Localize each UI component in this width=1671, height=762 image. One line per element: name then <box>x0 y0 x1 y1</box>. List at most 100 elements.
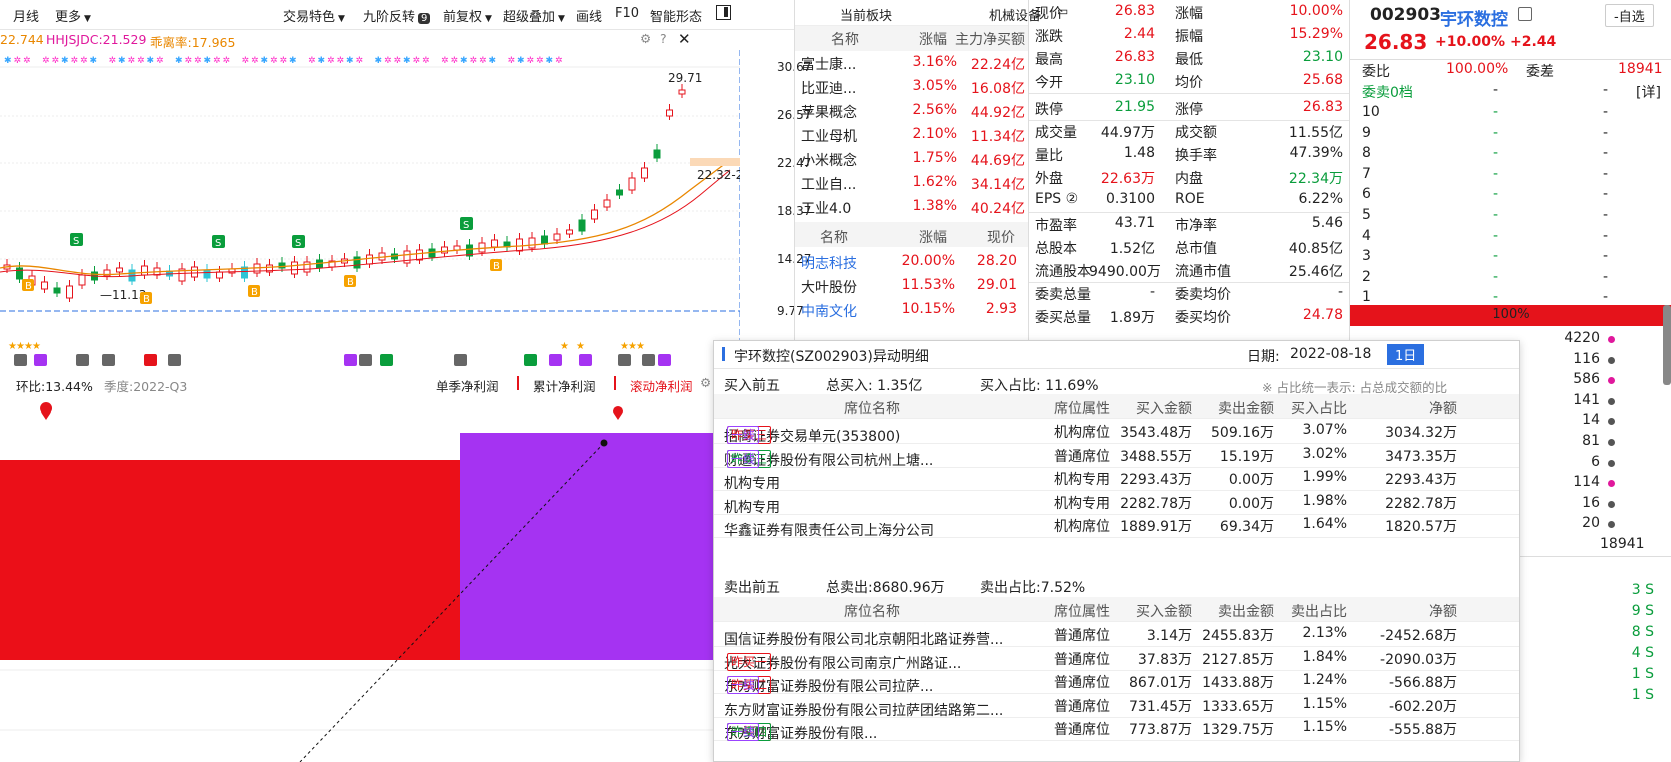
sector-row[interactable]: 工业自... 1.62% 34.14亿 <box>795 171 1029 196</box>
event-marker-icon[interactable] <box>454 354 467 366</box>
event-marker-icon[interactable] <box>579 354 592 366</box>
table-row[interactable]: 财通证券股份有限公司杭州上塘... 昨卖三 一线 普通席位 3488.55万 15.19万… <box>714 443 1519 469</box>
period-monthly-button[interactable]: 月线 <box>13 6 39 25</box>
table-row[interactable]: 机构专用 机构专用 2293.43万 0.00万 1.99% 2293.43万 <box>714 466 1519 492</box>
event-marker-icon[interactable] <box>102 354 115 366</box>
sector-row[interactable]: 富士康... 3.16% 22.24亿 <box>795 51 1029 76</box>
add-watchlist-button[interactable]: -自选 <box>1605 4 1654 27</box>
kline-chart[interactable]: ✱ ✲ ✲ ✲ ✲ ✱ ✲ ✲ ✱ ✲ ✱ ✲ ✲ ✱ ✲ ✱ ✲ ✲ ✱ ✲ ✲ ✲ ✲ ✱ ✲ ✲ ✱ ✲ ✱ ✲ ✲ ✱ ✲ ✱ ✲ ✲ ✱ ✲ ✲ ✲… <box>0 50 740 345</box>
table-row[interactable]: 机构专用 机构专用 2282.78万 0.00万 1.98% 2282.78万 <box>714 490 1519 516</box>
detail-link[interactable]: [详] <box>1636 82 1661 102</box>
quote-value: 25.46亿 <box>1288 264 1343 280</box>
cumulative-profit-tab[interactable]: 累计净利润 <box>533 376 596 395</box>
sell-amount: 2455.83万 <box>1202 628 1274 644</box>
seat-attr: 普通席位 <box>1054 651 1110 668</box>
table-row[interactable]: 东方财富证券股份有限... 昨买四 昨卖四 一线 普通席位 773.87万 1329.75万… <box>714 716 1519 742</box>
stock-name[interactable]: 宇环数控 <box>1440 5 1508 30</box>
event-marker-icon[interactable] <box>658 354 671 366</box>
settings-icon[interactable]: ⚙ <box>700 375 711 390</box>
quote-label: 总市值 <box>1175 241 1217 257</box>
event-marker-row[interactable]: ★ ★ ★ ★ ★ ★ ★ ★ ★ <box>0 340 740 370</box>
scrollbar[interactable] <box>1663 305 1671 385</box>
table-row[interactable]: 国信证券股份有限公司北京朝阳北路证券营... 普通席位 3.14万 2455.83万 2… <box>714 622 1519 648</box>
event-marker-icon[interactable] <box>144 354 157 366</box>
event-marker-icon[interactable] <box>76 354 89 366</box>
rolling-profit-tab[interactable]: 滚动净利润 <box>630 376 693 395</box>
indicator-value-3: 乖离率:17.965 <box>150 35 236 50</box>
date-value[interactable]: 2022-08-18 <box>1290 346 1371 362</box>
sector-stock-row[interactable]: 大叶股份 11.53% 29.01 <box>795 274 1029 299</box>
seat-attr: 普通席位 <box>1054 722 1110 738</box>
quote-label: 委卖总量 <box>1035 287 1091 303</box>
signal-letter: B <box>251 287 258 298</box>
candle <box>516 238 523 252</box>
event-marker-icon[interactable] <box>380 354 393 366</box>
overlay-dropdown[interactable]: 超级叠加 ▼ <box>503 6 565 25</box>
event-marker-icon[interactable] <box>618 354 631 366</box>
event-marker-icon[interactable] <box>524 354 537 366</box>
quote-label: 现价 <box>1035 6 1063 22</box>
stock-name[interactable]: 中南文化 <box>801 301 857 321</box>
stock-name[interactable]: 大叶股份 <box>801 277 857 297</box>
ask-price: - <box>1493 248 1499 265</box>
bid-diff-value: 18941 <box>1618 61 1663 77</box>
draw-line-button[interactable]: 画线 <box>576 6 602 25</box>
signal-letter: S <box>215 238 221 249</box>
ask-level-number: 2 <box>1362 268 1371 285</box>
sector-name: 工业自... <box>801 177 857 193</box>
table-header-cell: 卖出金额 <box>1218 604 1274 620</box>
table-row[interactable]: 东方财富证券股份有限公司拉萨... 昨买二 一线 普通席位 867.01万 1433.88… <box>714 669 1519 695</box>
sector-stock-row[interactable]: 明志科技 20.00% 28.20 <box>795 250 1029 275</box>
sector-stock-row[interactable]: 中南文化 10.15% 2.93 <box>795 298 1029 323</box>
event-marker-icon[interactable] <box>344 354 357 366</box>
quote-value: 5.46 <box>1311 215 1343 231</box>
f10-button[interactable]: F10 <box>615 6 639 21</box>
profit-bar-chart[interactable] <box>0 400 720 762</box>
quote-label: 跌停 <box>1035 102 1063 118</box>
buy-amount: 3488.55万 <box>1120 448 1192 465</box>
quote-value: 47.39% <box>1289 145 1343 161</box>
signal-star: ✱ <box>403 56 411 66</box>
nine-reversal-button[interactable]: 九阶反转 9 <box>363 6 431 25</box>
table-row[interactable]: 华鑫证券有限责任公司上海分公司 机构席位 1889.91万 69.34万 1.64% 18… <box>714 513 1519 539</box>
trade-feature-dropdown[interactable]: 交易特色 ▼ <box>283 6 345 25</box>
adjust-dropdown[interactable]: 前复权 ▼ <box>443 6 492 25</box>
panel-toggle-icon[interactable] <box>716 5 731 20</box>
signal-star: ✲ <box>194 56 202 66</box>
quote-value: 10.00% <box>1289 3 1343 19</box>
candle <box>291 261 298 275</box>
sector-row[interactable]: 小米概念 1.75% 44.69亿 <box>795 147 1029 172</box>
dot-icon <box>1608 500 1615 508</box>
sector-row[interactable]: 比亚迪... 3.05% 16.08亿 <box>795 75 1029 100</box>
smart-pattern-button[interactable]: 智能形态 <box>650 6 702 25</box>
sector-row[interactable]: 工业母机 2.10% 11.34亿 <box>795 123 1029 148</box>
event-marker-icon[interactable] <box>359 354 372 366</box>
stock-name[interactable]: 明志科技 <box>801 253 857 273</box>
sector-row[interactable]: 工业4.0 1.38% 40.24亿 <box>795 195 1029 220</box>
period-1d-button[interactable]: 1日 <box>1387 344 1425 365</box>
star-marker-icon: ★ <box>32 341 41 352</box>
event-marker-icon[interactable] <box>34 354 47 366</box>
ask-price: - <box>1493 227 1499 244</box>
close-icon[interactable]: ✕ <box>678 30 691 48</box>
table-row[interactable]: 招商证券交易单元(353800) 昨买三 一线 机构席位 3543.48万 509.16万… <box>714 419 1519 445</box>
settings-icon[interactable]: ⚙ <box>640 31 651 46</box>
candle <box>303 261 311 273</box>
event-marker-icon[interactable] <box>642 354 655 366</box>
signal-star: ✲ <box>280 56 288 66</box>
seat-attr: 机构席位 <box>1054 425 1110 441</box>
help-icon[interactable]: ? <box>660 31 667 46</box>
more-dropdown[interactable]: 更多 ▼ <box>55 6 91 25</box>
quote-value: - <box>1337 284 1343 300</box>
table-row[interactable]: 东方财富证券股份有限公司拉萨团结路第二... 普通席位 731.45万 1333.65… <box>714 693 1519 719</box>
table-row[interactable]: 光大证券股份有限公司南京广州路证... 昨买一 普通席位 37.83万 2127.85万… <box>714 646 1519 672</box>
single-season-profit-tab[interactable]: 单季净利润 <box>436 376 499 395</box>
sector-row[interactable]: 苹果概念 2.56% 44.92亿 <box>795 99 1029 124</box>
event-marker-icon[interactable] <box>549 354 562 366</box>
event-marker-icon[interactable] <box>14 354 27 366</box>
event-marker-icon[interactable] <box>168 354 181 366</box>
signal-star: ✲ <box>356 56 364 66</box>
candle <box>16 267 23 280</box>
ask-zero-label: 委卖0档 <box>1362 85 1413 101</box>
note-icon[interactable] <box>1518 7 1532 21</box>
